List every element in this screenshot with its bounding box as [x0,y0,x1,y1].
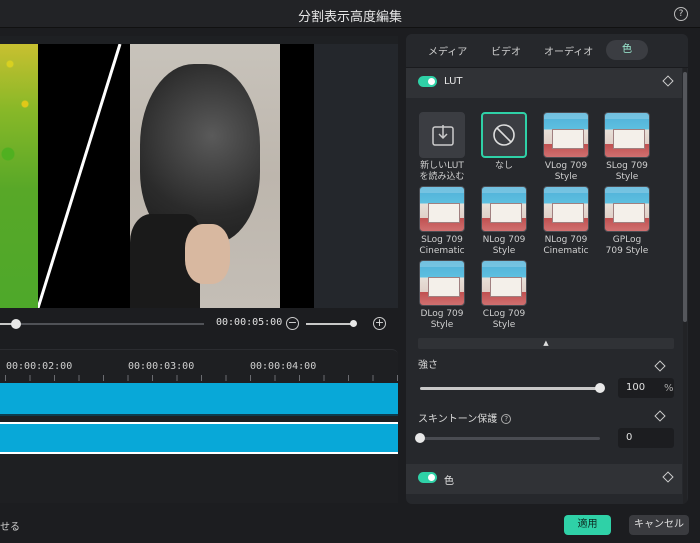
zoom-slider[interactable] [306,323,356,325]
color-section-title: 色 [444,476,454,487]
panel-tabs: メディア ビデオ オーディオ 色 [406,34,688,68]
lut-label: SLog 709 Cinematic [419,235,465,256]
strength-label: 強さ [418,360,438,371]
playback-controls: 00:00:05:00 − + [0,310,398,338]
strength-slider-handle[interactable] [595,383,605,393]
lut-preview-thumbnail [543,186,589,232]
lut-preview-thumbnail [543,112,589,158]
tab-video[interactable]: ビデオ [491,43,521,58]
lut-thumb [419,112,465,158]
skin-tone-label-text: スキントーン保護 [418,414,498,425]
lut-preview-thumbnail [481,186,527,232]
current-timecode: 00:00:05:00 [216,317,283,328]
lut-label: CLog 709 Style [482,309,526,330]
lut-item[interactable]: SLog 709 Cinematic [414,186,470,257]
lut-label: DLog 709 Style [420,309,464,330]
skin-tone-slider[interactable] [420,437,600,440]
lut-item[interactable]: DLog 709 Style [414,260,470,331]
lut-item-import[interactable]: 新しいLUT を読み込む [414,112,470,183]
lut-thumb-selected [481,112,527,158]
lut-preview-thumbnail [481,260,527,306]
lut-section-header: LUT [406,68,682,98]
collapse-lut-button[interactable]: ▲ [418,338,674,349]
skin-tone-slider-handle[interactable] [415,433,425,443]
lut-preview-thumbnail [419,260,465,306]
preview-frame [0,44,398,308]
tab-audio[interactable]: オーディオ [544,43,593,58]
lut-preview-thumbnail [604,112,650,158]
lut-toggle[interactable] [418,76,437,87]
help-icon[interactable]: ? [501,414,512,424]
import-icon [432,125,454,146]
video-preview [0,36,398,308]
lut-item-none[interactable]: なし [476,112,532,172]
zoom-out-icon[interactable]: − [286,317,299,330]
lut-label: NLog 709 Cinematic [543,235,589,256]
dog-clip-image [130,44,280,308]
lut-item[interactable]: NLog 709 Cinematic [538,186,594,257]
seek-bar[interactable] [0,323,204,325]
lut-label: NLog 709 Style [482,235,526,256]
lut-label: VLog 709 Style [544,161,588,182]
flower-clip-image [0,44,38,308]
timeline-clip-track-1[interactable] [0,383,398,416]
lut-item[interactable]: NLog 709 Style [476,186,532,257]
apply-button[interactable]: 適用 [564,515,611,535]
none-icon [493,124,515,146]
skin-tone-value-input[interactable]: 0 [618,428,674,448]
tab-media[interactable]: メディア [428,43,467,58]
zoom-slider-handle[interactable] [350,320,357,327]
lut-item[interactable]: SLog 709 Style [599,112,655,183]
more-tabs-indicator [662,42,672,54]
properties-panel: メディア ビデオ オーディオ 色 LUT 新しいLUT を読み込む なし VLo… [406,34,688,504]
seek-handle[interactable] [11,319,22,329]
strength-unit: % [664,383,674,394]
color-toggle[interactable] [418,472,437,483]
tab-color[interactable]: 色 [606,40,648,60]
ruler-label: 00:00:03:00 [128,361,195,372]
strength-slider[interactable] [420,387,600,390]
preview-empty-area [314,44,398,308]
window-title: 分割表示高度編集 [297,10,402,25]
help-icon[interactable]: ? [674,7,688,21]
lut-keyframe-icon[interactable] [662,75,674,87]
lut-item[interactable]: CLog 709 Style [476,260,532,331]
ruler-label: 00:00:04:00 [250,361,317,372]
lut-preview-thumbnail [419,186,465,232]
lut-label: 新しいLUT を読み込む [419,161,465,182]
timeline: 00:00:02:00 00:00:03:00 00:00:04:00 [0,349,398,503]
lut-label: SLog 709 Style [606,161,648,182]
skin-tone-label: スキントーン保護? [418,410,512,425]
timeline-ruler[interactable]: 00:00:02:00 00:00:03:00 00:00:04:00 [0,350,398,382]
lut-label: GPLog 709 Style [605,235,649,256]
footer-bar: せる 適用 キャンセル [0,506,700,543]
panel-scrollbar[interactable] [683,68,687,504]
hand-shape [185,224,230,284]
ruler-label: 00:00:02:00 [6,361,73,372]
lut-item[interactable]: VLog 709 Style [538,112,594,183]
zoom-in-icon[interactable]: + [373,317,386,330]
lut-item[interactable]: GPLog 709 Style [599,186,655,257]
lut-preview-thumbnail [604,186,650,232]
lut-section-title: LUT [444,76,463,87]
timeline-clip-track-2[interactable] [0,422,398,454]
split-screen-editor-window: 分割表示高度編集 ? 00:00:05:00 − + 00:00:02:00 0… [0,0,700,543]
footer-left-text: せる [0,522,20,533]
panel-scrollbar-thumb[interactable] [683,72,687,322]
color-section-header: 色 [406,464,682,494]
skin-tone-keyframe-icon[interactable] [654,410,666,422]
cancel-button[interactable]: キャンセル [629,515,689,535]
title-bar: 分割表示高度編集 ? [0,0,700,28]
split-divider-line[interactable] [38,44,130,308]
preview-letterbox [280,44,314,308]
color-keyframe-icon[interactable] [662,471,674,483]
ruler-ticks [0,375,398,381]
lut-label: なし [494,161,513,171]
strength-keyframe-icon[interactable] [654,360,666,372]
